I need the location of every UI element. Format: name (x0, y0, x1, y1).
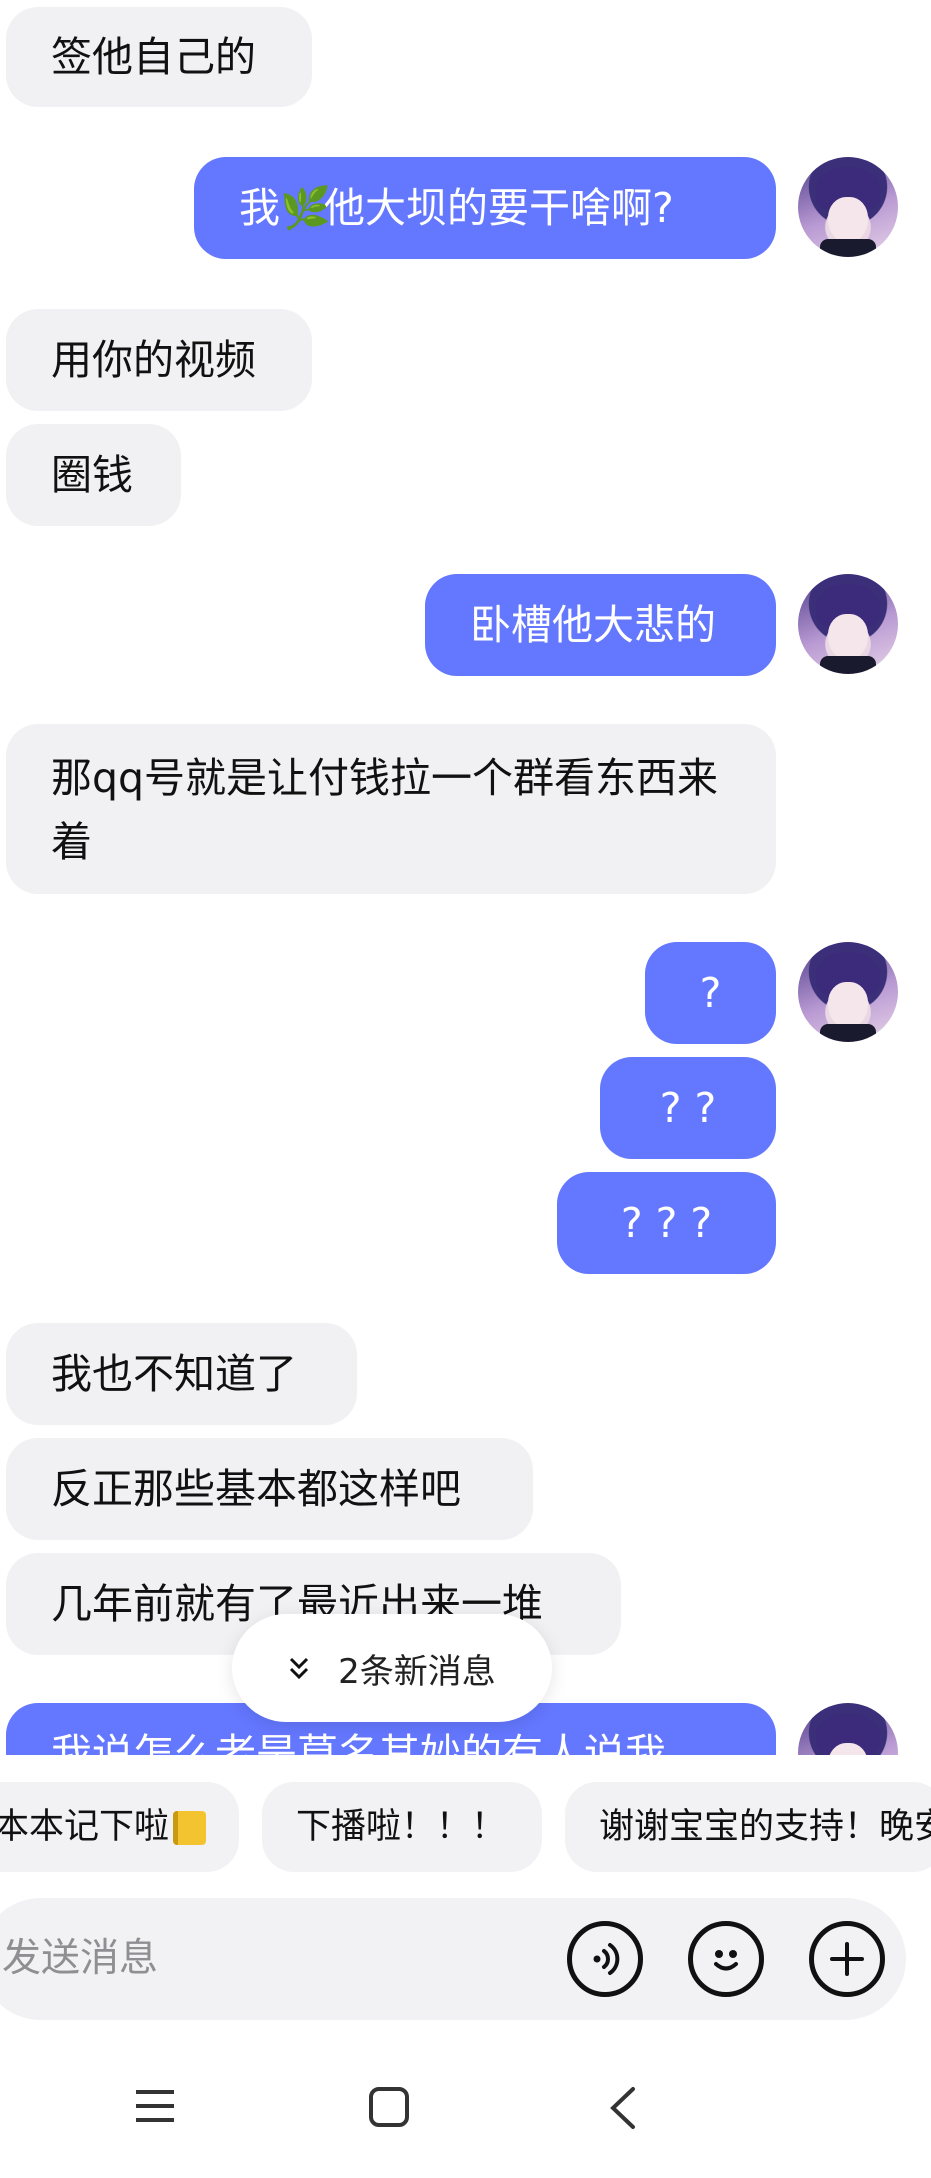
quick-reply-label: 本本记下啦 (0, 1807, 170, 1847)
user-avatar[interactable] (798, 1703, 898, 1755)
message-input[interactable]: 发送消息 (2, 1898, 542, 2020)
emoji-smile-icon (714, 1950, 738, 1971)
menu-icon[interactable] (134, 2086, 176, 2126)
message-text: 我说怎么老是莫名其妙的有人说我 (51, 1730, 666, 1755)
voice-icon (593, 1943, 620, 1975)
voice-button[interactable] (567, 1921, 643, 1997)
quick-reply-label: 下播啦！！！ (296, 1807, 507, 1847)
quick-reply-label: 谢谢宝宝的支持！晚安 (599, 1807, 931, 1847)
new-messages-button[interactable]: 2条新消息 (232, 1614, 552, 1722)
new-messages-label: 2条新消息 (338, 1651, 496, 1692)
home-square-icon[interactable] (368, 2086, 410, 2128)
quick-reply[interactable]: 下播啦！！！ (262, 1782, 542, 1872)
emoji-button[interactable] (688, 1921, 764, 1997)
message-list-clip: 我说怎么老是莫名其妙的有人说我 (0, 0, 931, 1755)
notebook-emoji (173, 1811, 207, 1845)
plus-icon (830, 1942, 864, 1976)
back-chevron-icon[interactable] (608, 2086, 638, 2130)
quick-reply[interactable]: 谢谢宝宝的支持！晚安 (565, 1782, 931, 1872)
quick-reply[interactable]: 本本记下啦 (0, 1782, 239, 1872)
plus-button[interactable] (809, 1921, 885, 1997)
double-chevron-down-icon (290, 1657, 309, 1680)
